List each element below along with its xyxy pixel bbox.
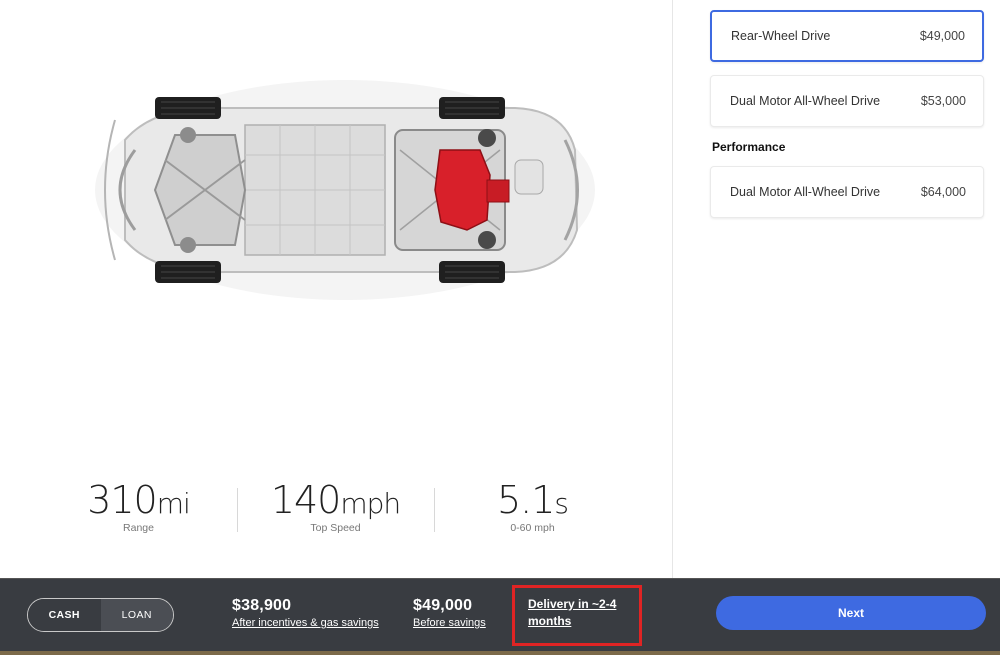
option-rear-wheel-drive[interactable]: Rear-Wheel Drive $49,000 bbox=[710, 10, 984, 62]
stat-top-speed-label: Top Speed bbox=[310, 522, 361, 534]
stat-top-speed: 140mph Top Speed bbox=[237, 478, 434, 538]
payment-type-toggle: CASH LOAN bbox=[27, 598, 174, 632]
price-after-amount: $38,900 bbox=[232, 597, 292, 614]
stat-acceleration-value: 5.1s bbox=[496, 478, 569, 522]
stat-range: 310mi Range bbox=[40, 478, 237, 538]
delivery-estimate-link[interactable]: Delivery in ~2-4 months bbox=[528, 596, 638, 630]
stat-acceleration-label: 0-60 mph bbox=[510, 522, 555, 534]
option-performance-awd[interactable]: Dual Motor All-Wheel Drive $64,000 bbox=[710, 166, 984, 218]
price-after-savings: $38,900 After incentives & gas savings bbox=[232, 597, 379, 629]
vehicle-visual-area: 310mi Range 140mph Top Speed 5.1s 0-60 m… bbox=[0, 0, 672, 578]
stat-range-value: 310mi bbox=[87, 478, 191, 522]
bottom-edge-strip bbox=[0, 651, 1000, 655]
price-before-savings: $49,000 Before savings bbox=[413, 597, 486, 629]
spec-stats: 310mi Range 140mph Top Speed 5.1s 0-60 m… bbox=[40, 478, 640, 538]
option-name: Dual Motor All-Wheel Drive bbox=[730, 185, 881, 199]
option-price: $64,000 bbox=[920, 185, 966, 199]
trim-options-panel: Rear-Wheel Drive $49,000 Dual Motor All-… bbox=[710, 10, 984, 218]
incentives-link[interactable]: After incentives & gas savings bbox=[232, 617, 379, 629]
price-before-amount: $49,000 bbox=[413, 597, 473, 614]
loan-tab[interactable]: LOAN bbox=[100, 599, 173, 631]
next-button[interactable]: Next bbox=[716, 596, 986, 630]
option-price: $53,000 bbox=[920, 94, 966, 108]
car-chassis-image bbox=[95, 80, 595, 300]
option-dual-motor-awd[interactable]: Dual Motor All-Wheel Drive $53,000 bbox=[710, 75, 984, 127]
configurator-page: 310mi Range 140mph Top Speed 5.1s 0-60 m… bbox=[0, 0, 1000, 655]
option-name: Dual Motor All-Wheel Drive bbox=[730, 94, 881, 108]
performance-group-label: Performance bbox=[712, 140, 786, 154]
option-name: Rear-Wheel Drive bbox=[731, 29, 831, 43]
before-savings-link[interactable]: Before savings bbox=[413, 617, 486, 629]
stat-top-speed-value: 140mph bbox=[270, 478, 401, 522]
cash-tab[interactable]: CASH bbox=[28, 599, 101, 631]
option-price: $49,000 bbox=[919, 29, 965, 43]
stat-range-label: Range bbox=[123, 522, 154, 534]
stat-acceleration: 5.1s 0-60 mph bbox=[434, 478, 631, 538]
panel-divider bbox=[672, 0, 673, 578]
